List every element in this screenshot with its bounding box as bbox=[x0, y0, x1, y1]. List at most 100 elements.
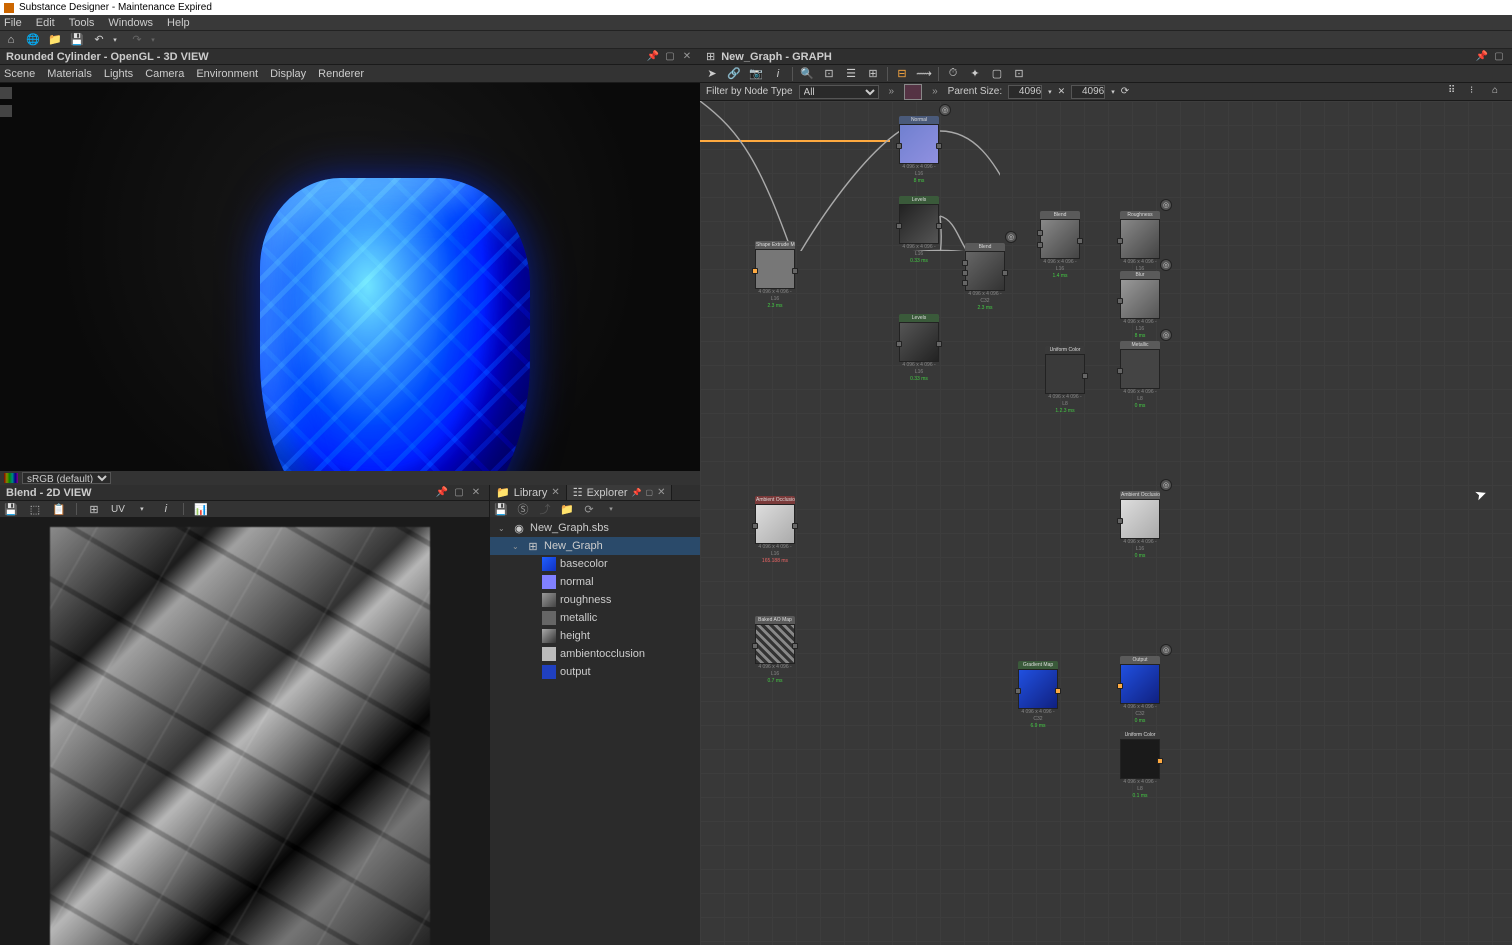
tree-graph[interactable]: ⌄ ⊞ New_Graph bbox=[490, 537, 700, 555]
graph-node-gradient-map[interactable]: Gradient Map 4 096 x 4 096 - C32 6.9 ms bbox=[1018, 661, 1058, 730]
pin-icon[interactable]: 📌 bbox=[646, 50, 660, 64]
menu-tools[interactable]: Tools bbox=[69, 17, 95, 29]
3d-menu-camera[interactable]: Camera bbox=[145, 68, 184, 80]
frame-icon[interactable]: ▢ bbox=[989, 66, 1005, 82]
graph-node-roughness[interactable]: ◎ Roughness 4 096 x 4 096 - L16 0 ms bbox=[1120, 211, 1160, 280]
split-icon[interactable]: ⊞ bbox=[87, 502, 101, 516]
maximize-icon[interactable]: ▢ bbox=[1492, 50, 1506, 64]
crop-icon[interactable]: ⊡ bbox=[1011, 66, 1027, 82]
undo-icon[interactable]: ↶ bbox=[92, 33, 106, 47]
camera-icon[interactable] bbox=[0, 87, 12, 99]
align-grid-icon[interactable]: ⊞ bbox=[865, 66, 881, 82]
uv-label[interactable]: UV bbox=[111, 504, 125, 515]
graph-node-shape-extrude[interactable]: Shape Extrude Multi 4 096 x 4 096 - L16 … bbox=[755, 241, 795, 310]
graph-node-ao-output[interactable]: ◎ Ambient Occlusion 4 096 x 4 096 - L16 … bbox=[1120, 491, 1160, 560]
menu-edit[interactable]: Edit bbox=[36, 17, 55, 29]
graph-node-output[interactable]: ◎ Output 4 096 x 4 096 - C32 0 ms bbox=[1120, 656, 1160, 725]
node-pin-icon[interactable]: ◎ bbox=[1005, 231, 1017, 243]
close-icon[interactable]: ✕ bbox=[657, 487, 665, 498]
export-icon[interactable]: ⤴ bbox=[538, 502, 552, 516]
info-2d-icon[interactable]: i bbox=[159, 502, 173, 516]
menu-file[interactable]: File bbox=[4, 17, 22, 29]
node-pin-icon[interactable]: ◎ bbox=[1160, 479, 1172, 491]
chevron-down-icon[interactable]: ⌄ bbox=[512, 542, 522, 551]
flow-icon[interactable]: ⟿ bbox=[916, 66, 932, 82]
zoom-icon[interactable]: 🔍 bbox=[799, 66, 815, 82]
graph-node-uniform2[interactable]: Uniform Color 4 096 x 4 096 - L8 0.1 ms bbox=[1120, 731, 1160, 800]
tree-output-output[interactable]: output bbox=[490, 663, 700, 681]
light-icon[interactable] bbox=[0, 105, 12, 117]
tab-library[interactable]: 📁 Library ✕ bbox=[490, 485, 567, 500]
align-h-icon[interactable]: ☰ bbox=[843, 66, 859, 82]
refresh-icon[interactable]: ⟳ bbox=[582, 502, 596, 516]
histogram-icon[interactable]: 📊 bbox=[194, 502, 208, 516]
colorspace-select[interactable]: sRGB (default) bbox=[22, 472, 111, 484]
substance-icon[interactable]: Ⓢ bbox=[516, 502, 530, 516]
3d-menu-environment[interactable]: Environment bbox=[196, 68, 258, 80]
folder-link-icon[interactable]: 📁 bbox=[560, 502, 574, 516]
3d-viewport[interactable] bbox=[0, 83, 700, 471]
3d-menu-display[interactable]: Display bbox=[270, 68, 306, 80]
close-icon[interactable]: ✕ bbox=[551, 487, 559, 498]
node-pin-icon[interactable]: ◎ bbox=[939, 104, 951, 116]
3d-menu-renderer[interactable]: Renderer bbox=[318, 68, 364, 80]
graph-node-levels2[interactable]: Levels 4 096 x 4 096 - L16 0.33 ms bbox=[899, 314, 939, 383]
highlight-icon[interactable]: ⊟ bbox=[894, 66, 910, 82]
redo-dropdown-icon[interactable]: ▾ bbox=[146, 33, 160, 47]
dropdown-icon[interactable]: ▾ bbox=[1111, 88, 1115, 96]
copy-2d-icon[interactable]: 📋 bbox=[52, 502, 66, 516]
tree-output-basecolor[interactable]: basecolor bbox=[490, 555, 700, 573]
chevron-right-icon[interactable]: » bbox=[885, 86, 899, 97]
close-icon[interactable]: ✕ bbox=[469, 486, 483, 500]
graph-node-blend[interactable]: Blend 4 096 x 4 096 - L16 1.4 ms bbox=[1040, 211, 1080, 280]
dropdown-icon[interactable]: ▾ bbox=[1048, 88, 1052, 96]
menu-windows[interactable]: Windows bbox=[108, 17, 153, 29]
graph-node-blur[interactable]: ◎ Blur 4 096 x 4 096 - L16 8 ms bbox=[1120, 271, 1160, 340]
snapshot-icon[interactable]: 📷 bbox=[748, 66, 764, 82]
pin-icon[interactable]: 📌 bbox=[632, 488, 642, 497]
open-icon[interactable]: 📁 bbox=[48, 33, 62, 47]
settings-icon[interactable]: ⁝ bbox=[1470, 85, 1484, 99]
pin-icon[interactable]: 📌 bbox=[435, 486, 449, 500]
graph-node-ao-hbao[interactable]: Ambient Occlusion (H... 4 096 x 4 096 - … bbox=[755, 496, 795, 565]
tree-output-height[interactable]: height bbox=[490, 627, 700, 645]
arrow-tool-icon[interactable]: ➤ bbox=[704, 66, 720, 82]
maximize-icon[interactable]: ▢ bbox=[452, 486, 466, 500]
node-pin-icon[interactable]: ◎ bbox=[1160, 644, 1172, 656]
fit-icon[interactable]: ⊡ bbox=[821, 66, 837, 82]
graph-canvas[interactable]: ◎ Normal 4 096 x 4 096 - L16 8 ms Levels… bbox=[700, 101, 1512, 945]
2d-viewport[interactable] bbox=[0, 517, 489, 945]
graph-node-uniform-color[interactable]: Uniform Color 4 096 x 4 096 - L8 1.2.3 m… bbox=[1045, 346, 1085, 415]
link-icon[interactable]: 🔗 bbox=[726, 66, 742, 82]
tree-output-ao[interactable]: ambientocclusion bbox=[490, 645, 700, 663]
globe-icon[interactable]: 🌐 bbox=[26, 33, 40, 47]
home-graph-icon[interactable]: ⌂ bbox=[1492, 85, 1506, 99]
3d-menu-scene[interactable]: Scene bbox=[4, 68, 35, 80]
tree-root[interactable]: ⌄ ◉ New_Graph.sbs bbox=[490, 519, 700, 537]
tree-output-normal[interactable]: normal bbox=[490, 573, 700, 591]
3d-menu-lights[interactable]: Lights bbox=[104, 68, 133, 80]
tree-output-roughness[interactable]: roughness bbox=[490, 591, 700, 609]
graph-node-levels[interactable]: Levels 4 096 x 4 096 - L16 0.33 ms bbox=[899, 196, 939, 265]
3d-menu-materials[interactable]: Materials bbox=[47, 68, 92, 80]
graph-node-metallic[interactable]: ◎ Metallic 4 096 x 4 096 - L8 0 ms bbox=[1120, 341, 1160, 410]
export-2d-icon[interactable]: ⬚ bbox=[28, 502, 42, 516]
parent-width-input[interactable] bbox=[1008, 85, 1042, 99]
maximize-icon[interactable]: ▢ bbox=[663, 50, 677, 64]
menu-help[interactable]: Help bbox=[167, 17, 190, 29]
node-pin-icon[interactable]: ◎ bbox=[1160, 259, 1172, 271]
node-pin-icon[interactable]: ◎ bbox=[1160, 199, 1172, 211]
parent-height-input[interactable] bbox=[1071, 85, 1105, 99]
refresh-size-icon[interactable]: ⟳ bbox=[1121, 86, 1129, 97]
filter-select[interactable]: All bbox=[799, 85, 879, 99]
tree-output-metallic[interactable]: metallic bbox=[490, 609, 700, 627]
save-icon[interactable]: 💾 bbox=[494, 502, 508, 516]
save-2d-icon[interactable]: 💾 bbox=[4, 502, 18, 516]
graph-node-baked-ao[interactable]: Baked AO Map 4 096 x 4 096 - L16 0.7 ms bbox=[755, 616, 795, 685]
preview-thumbnail[interactable] bbox=[904, 84, 922, 100]
home-icon[interactable]: ⌂ bbox=[4, 33, 18, 47]
redo-icon[interactable]: ↷ bbox=[130, 33, 144, 47]
timing-icon[interactable]: ⏱ bbox=[945, 66, 961, 82]
close-icon[interactable]: ✕ bbox=[680, 50, 694, 64]
undo-dropdown-icon[interactable]: ▾ bbox=[108, 33, 122, 47]
